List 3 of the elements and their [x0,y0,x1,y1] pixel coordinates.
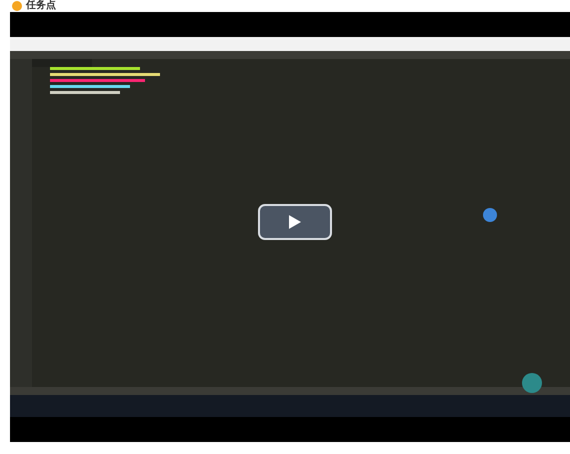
play-icon [289,215,301,229]
task-point-icon [12,1,22,11]
play-button[interactable] [258,204,332,240]
